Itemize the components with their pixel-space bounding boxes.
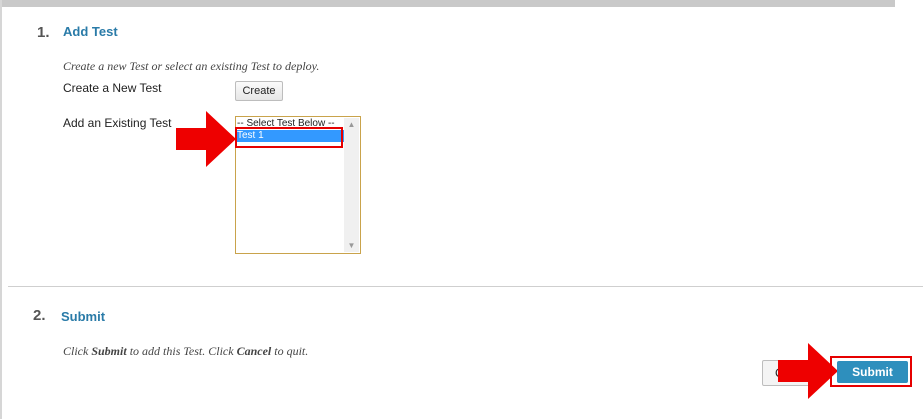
left-border bbox=[0, 0, 2, 419]
scroll-down-icon[interactable]: ▼ bbox=[344, 241, 359, 250]
section-1-title: Add Test bbox=[63, 24, 118, 39]
section-2-title: Submit bbox=[61, 309, 106, 324]
section-2-number: 2. bbox=[33, 307, 46, 324]
section-1-instructions: Create a new Test or select an existing … bbox=[63, 59, 320, 73]
listbox-scrollbar[interactable]: ▲ ▼ bbox=[344, 118, 359, 252]
section-2-instructions: Click Submit to add this Test. Click Can… bbox=[63, 344, 309, 358]
create-new-test-label: Create a New Test bbox=[63, 81, 162, 95]
add-existing-test-label: Add an Existing Test bbox=[63, 116, 172, 130]
submit-button[interactable]: Submit bbox=[837, 361, 908, 383]
section-divider bbox=[8, 286, 923, 287]
arrow-right-icon bbox=[176, 111, 236, 167]
top-border bbox=[0, 0, 895, 7]
create-button[interactable]: Create bbox=[235, 81, 283, 101]
selection-highlight-box bbox=[235, 127, 343, 148]
scroll-up-icon[interactable]: ▲ bbox=[344, 120, 359, 129]
section-1-number: 1. bbox=[37, 24, 50, 41]
